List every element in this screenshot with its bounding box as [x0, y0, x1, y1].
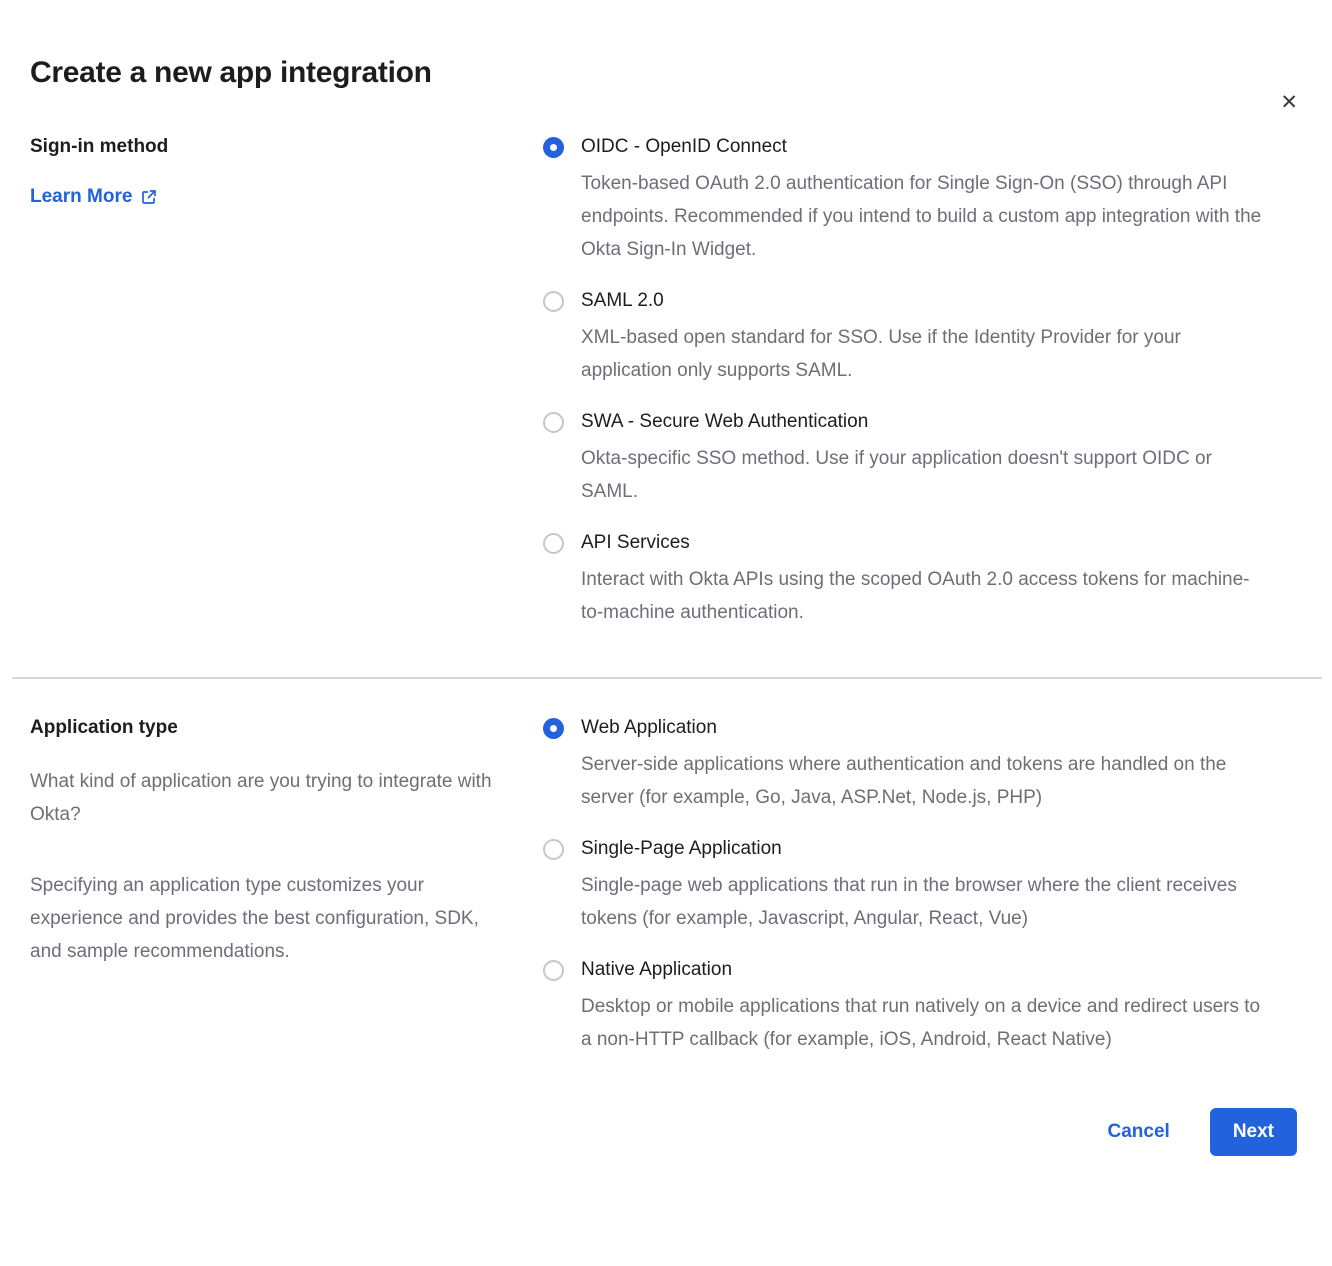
radio-option-description: Desktop or mobile applications that run … [581, 990, 1263, 1056]
radio-option-label: Native Application [581, 959, 1263, 981]
learn-more-label: Learn More [30, 186, 132, 208]
radio-button-saml-2-0[interactable] [543, 291, 564, 312]
radio-option-single-page-application[interactable]: Single-Page Application Single-page web … [543, 838, 1263, 935]
radio-option-description: Token-based OAuth 2.0 authentication for… [581, 167, 1263, 266]
radio-button-oidc-openid-connect[interactable] [543, 137, 564, 158]
radio-option-label: Web Application [581, 717, 1263, 739]
radio-option-description: Single-page web applications that run in… [581, 869, 1263, 935]
application-type-section: Application type What kind of applicatio… [30, 717, 1302, 1056]
radio-option-label: SAML 2.0 [581, 290, 1263, 312]
cancel-button[interactable]: Cancel [1108, 1121, 1170, 1143]
radio-button-single-page-application[interactable] [543, 839, 564, 860]
radio-button-native-application[interactable] [543, 960, 564, 981]
radio-option-native-application[interactable]: Native Application Desktop or mobile app… [543, 959, 1263, 1056]
radio-option-label: API Services [581, 532, 1263, 554]
radio-option-description: Server-side applications where authentic… [581, 748, 1263, 814]
application-type-options: Web Application Server-side applications… [543, 717, 1263, 1056]
radio-button-api-services[interactable] [543, 533, 564, 554]
close-icon[interactable]: ✕ [1280, 92, 1298, 113]
application-type-label: Application type [30, 717, 543, 739]
application-type-intro-2: Specifying an application type customize… [30, 869, 508, 968]
signin-method-label: Sign-in method [30, 136, 543, 158]
create-app-integration-dialog: ✕ Create a new app integration Sign-in m… [0, 56, 1332, 1156]
application-type-intro-1: What kind of application are you trying … [30, 765, 508, 831]
radio-option-label: OIDC - OpenID Connect [581, 136, 1263, 158]
signin-method-section: Sign-in method Learn More OIDC - OpenID … [30, 136, 1302, 629]
radio-option-label: Single-Page Application [581, 838, 1263, 860]
radio-option-description: Okta-specific SSO method. Use if your ap… [581, 442, 1263, 508]
external-link-icon [141, 189, 157, 205]
radio-option-label: SWA - Secure Web Authentication [581, 411, 1263, 433]
radio-option-api-services[interactable]: API Services Interact with Okta APIs usi… [543, 532, 1263, 629]
learn-more-link[interactable]: Learn More [30, 186, 157, 208]
radio-button-swa-secure-web-authentication[interactable] [543, 412, 564, 433]
radio-button-web-application[interactable] [543, 718, 564, 739]
section-divider [12, 677, 1322, 679]
radio-option-swa-secure-web-authentication[interactable]: SWA - Secure Web Authentication Okta-spe… [543, 411, 1263, 508]
radio-option-description: XML-based open standard for SSO. Use if … [581, 321, 1263, 387]
next-button[interactable]: Next [1210, 1108, 1297, 1156]
radio-option-saml-2-0[interactable]: SAML 2.0 XML-based open standard for SSO… [543, 290, 1263, 387]
radio-option-description: Interact with Okta APIs using the scoped… [581, 563, 1263, 629]
radio-option-web-application[interactable]: Web Application Server-side applications… [543, 717, 1263, 814]
radio-option-oidc-openid-connect[interactable]: OIDC - OpenID Connect Token-based OAuth … [543, 136, 1263, 266]
signin-method-options: OIDC - OpenID Connect Token-based OAuth … [543, 136, 1263, 629]
dialog-footer: Cancel Next [30, 1108, 1302, 1156]
page-title: Create a new app integration [30, 56, 1302, 90]
